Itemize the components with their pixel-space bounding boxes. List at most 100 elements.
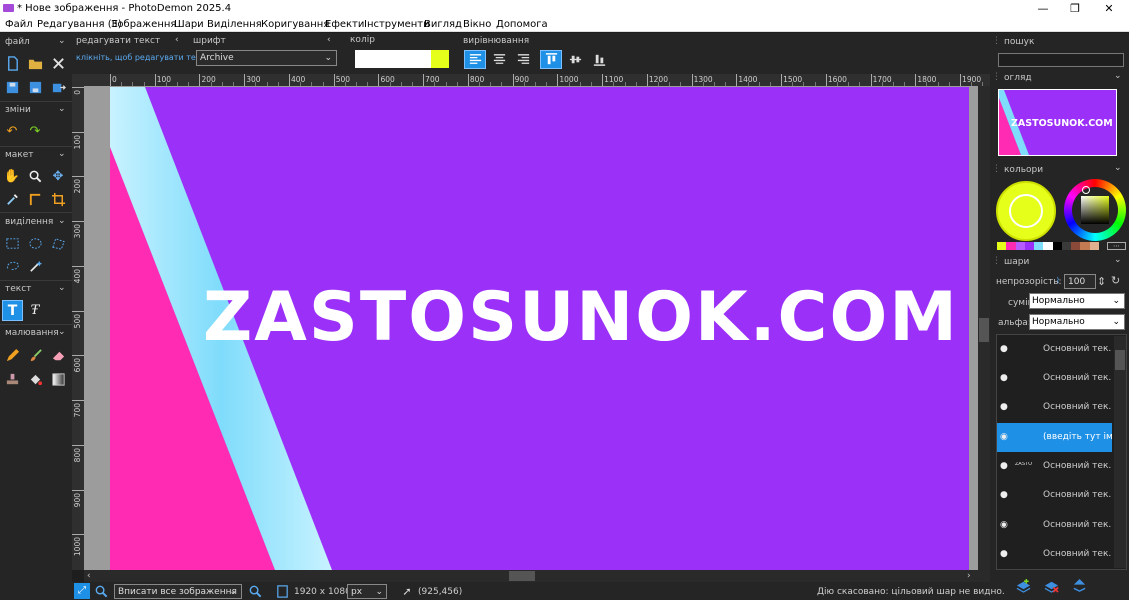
color-swatch-secondary[interactable] [431, 50, 449, 68]
fill-bucket-icon[interactable] [26, 370, 44, 388]
menu-image[interactable]: Зображення [111, 17, 176, 32]
text-tool-icon[interactable]: T [2, 300, 23, 321]
measure-icon[interactable] [26, 190, 44, 208]
undo-icon[interactable]: ↶ [3, 122, 21, 140]
export-icon[interactable] [49, 78, 67, 96]
chevron-down-icon[interactable]: ⌄ [58, 104, 66, 114]
color-history[interactable] [997, 242, 1099, 250]
swatch[interactable] [1024, 242, 1035, 250]
grip-icon[interactable]: ⋮ [992, 256, 1001, 266]
layer-item[interactable]: ● Основний тек... [997, 481, 1112, 510]
saturation-square[interactable] [1081, 196, 1109, 224]
reset-icon[interactable]: ↻ [1111, 274, 1120, 287]
clone-stamp-icon[interactable] [3, 370, 21, 388]
chevron-down-icon[interactable]: ⌄ [58, 327, 66, 337]
save-icon[interactable] [3, 78, 21, 96]
menu-window[interactable]: Вікно [463, 17, 491, 32]
pencil-icon[interactable] [3, 346, 21, 364]
eye-icon[interactable]: ● [1000, 540, 1012, 569]
swatch[interactable] [1061, 242, 1072, 250]
swatch[interactable] [1015, 242, 1025, 250]
canvas-text[interactable]: ZASTOSUNOK.COM [203, 278, 959, 357]
swatch[interactable] [997, 242, 1007, 250]
gradient-icon[interactable] [49, 370, 67, 388]
open-folder-icon[interactable] [26, 54, 44, 72]
maximize-button[interactable]: ❐ [1060, 0, 1090, 17]
grip-icon[interactable]: ⋮ [992, 72, 1001, 82]
alpha-select[interactable]: Нормально ⌄ [1029, 314, 1125, 330]
horizontal-scrollbar[interactable] [84, 570, 990, 582]
align-bottom-icon[interactable] [588, 50, 610, 69]
image-canvas[interactable]: ZASTOSUNOK.COM [110, 87, 969, 570]
grip-icon[interactable]: ⋮ [992, 164, 1001, 174]
align-center-icon[interactable] [488, 50, 510, 69]
chevron-down-icon[interactable]: ⌄ [58, 283, 66, 293]
crop-icon[interactable] [49, 190, 67, 208]
chevron-down-icon[interactable]: ⌄ [58, 149, 66, 159]
menu-layers[interactable]: Шари [174, 17, 204, 32]
eye-icon[interactable]: ● [1000, 481, 1012, 510]
color-swatch-primary[interactable] [355, 50, 431, 68]
swatch[interactable] [1080, 242, 1090, 250]
layer-item[interactable]: ◉ Основний тек... [997, 511, 1112, 540]
move-layer-up-icon[interactable] [1068, 574, 1090, 596]
layers-scrollbar-thumb[interactable] [1115, 350, 1125, 370]
scroll-right-icon[interactable]: › [967, 571, 971, 581]
primary-color-wheel[interactable] [996, 181, 1056, 241]
more-colors-button[interactable]: ⋯ [1107, 242, 1126, 250]
menu-view[interactable]: Вигляд [424, 17, 462, 32]
layer-item[interactable]: ● Основний тек... [997, 335, 1112, 364]
redo-icon[interactable]: ↷ [26, 122, 44, 140]
font-select[interactable]: Archive ⌄ [196, 50, 337, 66]
layer-item[interactable]: ● ZASTO Основний тек... [997, 452, 1112, 481]
eye-icon[interactable]: ◉ [1000, 423, 1012, 452]
ellipse-select-icon[interactable] [26, 234, 44, 252]
swatch[interactable] [1052, 242, 1062, 250]
zoom-in-icon[interactable] [247, 583, 263, 599]
swatch[interactable] [1089, 242, 1099, 250]
grip-icon[interactable]: ⋮ [992, 36, 1001, 46]
new-image-icon[interactable] [3, 54, 21, 72]
eyedropper-icon[interactable] [3, 190, 21, 208]
chevron-down-icon[interactable]: ⌄ [58, 216, 66, 226]
zoom-select[interactable]: Вписати все зображення ⌄ [114, 584, 242, 599]
typography-tool-icon[interactable]: Ŧ [26, 301, 44, 319]
layer-item[interactable]: ● Основний тек... [997, 393, 1112, 422]
magic-wand-icon[interactable] [26, 257, 44, 275]
vertical-scrollbar-thumb[interactable] [979, 318, 989, 342]
hand-icon[interactable]: ✋ [3, 167, 21, 185]
move-icon[interactable]: ✥ [49, 167, 67, 185]
menu-adjustments[interactable]: Коригування [261, 17, 329, 32]
spinner-icon[interactable]: ⇕ [1097, 275, 1106, 288]
swatch[interactable] [1071, 242, 1081, 250]
overview-thumbnail[interactable]: ZASTOSUNOK.COM [998, 89, 1117, 156]
horizontal-scrollbar-thumb[interactable] [509, 571, 535, 581]
save-as-icon[interactable] [26, 78, 44, 96]
align-left-icon[interactable] [464, 50, 486, 69]
menu-file[interactable]: Файл [5, 17, 33, 32]
rect-select-icon[interactable] [3, 234, 21, 252]
edit-text-link[interactable]: клікніть, щоб редагувати текст [76, 53, 210, 62]
layer-item[interactable]: ● Основний тек... [997, 364, 1112, 393]
zoom-icon[interactable] [26, 167, 44, 185]
menu-effects[interactable]: Ефекти [325, 17, 364, 32]
brush-icon[interactable] [26, 346, 44, 364]
eye-icon[interactable]: ◉ [1000, 511, 1012, 540]
eye-icon[interactable]: ● [1000, 393, 1012, 422]
chevron-down-icon[interactable]: ⌄ [58, 36, 66, 46]
blend-select[interactable]: Нормально ⌄ [1029, 293, 1125, 309]
chevron-down-icon[interactable]: ⌄ [1114, 255, 1122, 265]
eye-icon[interactable]: ● [1000, 364, 1012, 393]
fit-screen-icon[interactable]: ⤢ [74, 583, 90, 599]
swatch[interactable] [1006, 242, 1016, 250]
layer-item-selected[interactable]: ◉ (введіть тут ім... [997, 423, 1112, 452]
chevron-left-icon[interactable]: ‹ [175, 35, 179, 45]
eye-icon[interactable]: ● [1000, 335, 1012, 364]
menu-tools[interactable]: Інструменти [364, 17, 430, 32]
menu-help[interactable]: Допомога [496, 17, 548, 32]
opacity-link-icon[interactable]: ⌇ [1056, 276, 1060, 285]
menu-selection[interactable]: Виділення [207, 17, 262, 32]
zoom-out-icon[interactable] [93, 583, 109, 599]
align-middle-icon[interactable] [564, 50, 586, 69]
align-top-icon[interactable] [540, 50, 562, 69]
